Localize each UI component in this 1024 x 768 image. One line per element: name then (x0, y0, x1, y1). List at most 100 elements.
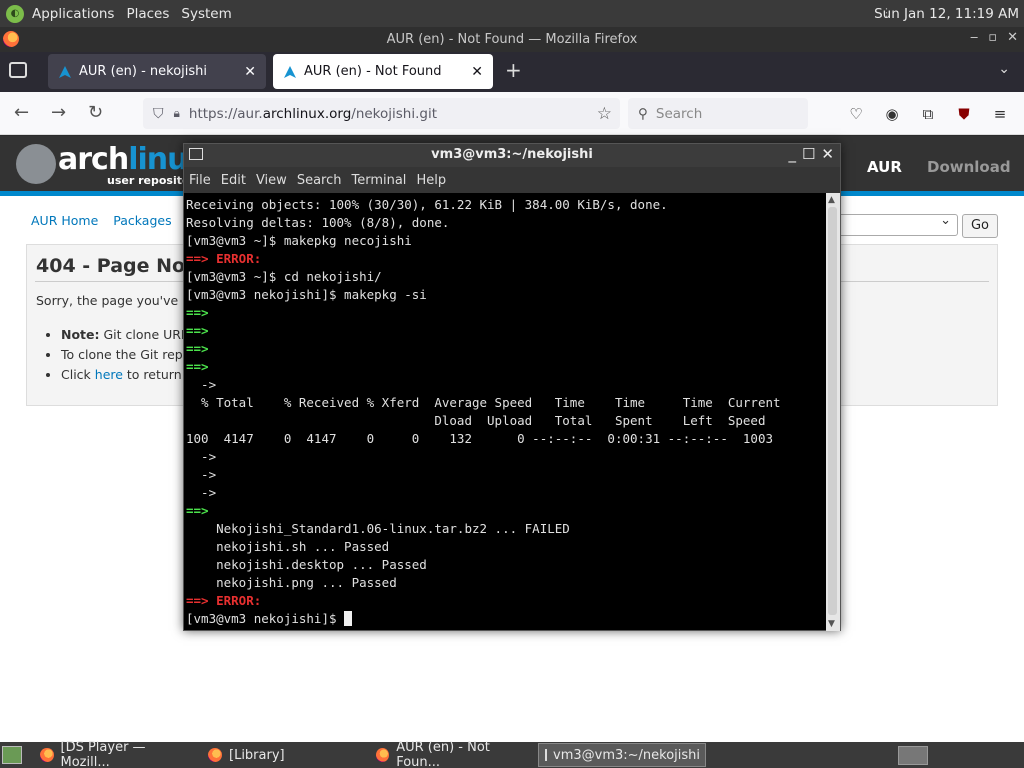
tab-label: AUR (en) - nekojishi (79, 64, 208, 79)
terminal-window[interactable]: vm3@vm3:~/nekojishi _ ☐ ✕ File Edit View… (183, 143, 841, 631)
terminal-line: 100 4147 0 4147 0 0 132 0 --:--:-- 0:00:… (186, 431, 773, 446)
minimize-icon[interactable]: ‒ (970, 30, 978, 45)
terminal-line: ==> (186, 341, 209, 356)
tab-aur-not-found[interactable]: AUR (en) - Not Found ✕ (273, 54, 493, 89)
pocket-icon[interactable]: ♡ (847, 105, 865, 123)
terminal-line: ==> (186, 503, 209, 518)
menu-terminal[interactable]: Terminal (351, 173, 406, 188)
terminal-line: -> (186, 485, 217, 500)
url-text[interactable]: https://aur.archlinux.org/nekojishi.git (189, 106, 437, 122)
terminal-line: [vm3@vm3 ~]$ cd nekojishi/ (186, 269, 382, 284)
scroll-up-icon[interactable]: ▲ (828, 195, 835, 205)
terminal-line: ==> (186, 359, 209, 374)
menu-edit[interactable]: Edit (221, 173, 246, 188)
task-aur-not-found[interactable]: AUR (en) - Not Foun... (370, 740, 536, 768)
search-icon: ⚲ (638, 105, 648, 122)
menu-places[interactable]: Places (120, 6, 175, 22)
terminal-cursor (344, 611, 353, 626)
close-tab-icon[interactable]: ✕ (471, 64, 483, 80)
top-panel: ◐ Applications Places System ⋮ Sun Jan 1… (0, 0, 1024, 27)
close-icon[interactable]: ✕ (821, 145, 834, 163)
nav-aur-link[interactable]: AUR (867, 158, 902, 176)
terminal-line: Resolving deltas: 100% (8/8), done. (186, 215, 450, 230)
terminal-line: [vm3@vm3 nekojishi]$ makepkg -si (186, 287, 427, 302)
terminal-titlebar[interactable]: vm3@vm3:~/nekojishi _ ☐ ✕ (184, 144, 840, 167)
menu-help[interactable]: Help (416, 173, 446, 188)
search-placeholder: Search (655, 105, 703, 122)
arch-logo-subtitle: user reposito (107, 174, 190, 187)
search-by-select[interactable] (838, 213, 958, 236)
account-icon[interactable]: ◉ (883, 105, 901, 123)
nav-download-link[interactable]: Download (927, 158, 1011, 176)
menu-view[interactable]: View (256, 173, 287, 188)
packages-link[interactable]: Packages (113, 213, 171, 228)
close-tab-icon[interactable]: ✕ (244, 64, 256, 80)
window-title: AUR (en) - Not Found — Mozilla Firefox (386, 32, 638, 47)
tab-label: AUR (en) - Not Found (304, 64, 442, 79)
navigation-bar: ← → ↻ ⛉ 🔒︎ https://aur.archlinux.org/nek… (0, 92, 1024, 135)
search-input[interactable]: ⚲ Search (628, 98, 808, 129)
shield-icon[interactable]: ⛉ (153, 106, 164, 122)
firefox-icon (208, 748, 222, 762)
scroll-down-icon[interactable]: ▼ (828, 619, 835, 629)
chevron-down-icon[interactable]: ⌄ (998, 61, 1010, 77)
new-tab-icon[interactable]: + (505, 58, 522, 82)
terminal-line: ==> ERROR: (186, 593, 262, 608)
arch-favicon-icon (59, 65, 71, 78)
task-ds-player[interactable]: [DS Player — Mozill... (34, 740, 200, 768)
terminal-line: -> (186, 467, 217, 482)
terminal-line: Dload Upload Total Spent Left Speed (186, 413, 766, 428)
terminal-line: % Total % Received % Xferd Average Speed… (186, 395, 781, 410)
terminal-line: ==> (186, 305, 209, 320)
menu-search[interactable]: Search (297, 173, 342, 188)
menu-file[interactable]: File (189, 173, 211, 188)
terminal-line: nekojishi.sh ... Passed (186, 539, 390, 554)
hamburger-menu-icon[interactable]: ≡ (991, 105, 1009, 123)
url-bar[interactable]: ⛉ 🔒︎ https://aur.archlinux.org/nekojishi… (143, 98, 620, 129)
clock[interactable]: Sun Jan 12, 11:19 AM (874, 6, 1019, 22)
go-button[interactable]: Go (962, 214, 998, 238)
maximize-icon[interactable]: ☐ (802, 145, 815, 163)
maximize-icon[interactable]: ▫ (988, 30, 997, 45)
tab-overview-icon[interactable] (9, 62, 27, 78)
menu-system[interactable]: System (175, 6, 237, 22)
scroll-thumb[interactable] (828, 207, 837, 615)
terminal-line: Nekojishi_Standard1.06-linux.tar.bz2 ...… (186, 521, 570, 536)
arch-logo-icon[interactable] (16, 144, 56, 184)
workspace-switcher[interactable] (898, 746, 928, 765)
here-link[interactable]: here (95, 367, 123, 382)
terminal-line: [vm3@vm3 nekojishi]$ (186, 610, 824, 628)
terminal-line: ==> (186, 323, 209, 338)
reload-icon[interactable]: ↻ (88, 102, 103, 123)
terminal-icon (545, 749, 547, 761)
terminal-line: Receiving objects: 100% (30/30), 61.22 K… (186, 197, 668, 212)
mint-menu-icon[interactable]: ◐ (6, 4, 24, 23)
lock-icon[interactable]: 🔒︎ (174, 106, 180, 121)
task-terminal[interactable]: vm3@vm3:~/nekojishi (538, 743, 706, 767)
bottom-taskbar: [DS Player — Mozill... [Library] AUR (en… (0, 740, 1024, 768)
list-item: Note: Git clone URLs (61, 325, 198, 345)
list-item: To clone the Git repos (61, 345, 198, 365)
aur-subnav: AUR Home Packages Re (31, 213, 202, 228)
show-desktop-icon[interactable] (2, 746, 22, 764)
terminal-scrollbar[interactable]: ▲ ▼ (826, 193, 840, 631)
tab-aur-nekojishi[interactable]: AUR (en) - nekojishi ✕ (48, 54, 266, 89)
terminal-title: vm3@vm3:~/nekojishi (431, 147, 593, 162)
ublock-icon[interactable]: ⛊ (955, 105, 973, 123)
minimize-icon[interactable]: _ (788, 145, 796, 163)
bookmark-star-icon[interactable]: ☆ (597, 104, 612, 124)
error-notes: Note: Git clone URLs To clone the Git re… (47, 325, 198, 385)
back-icon[interactable]: ← (14, 102, 29, 123)
close-icon[interactable]: ✕ (1007, 30, 1018, 45)
firefox-icon (376, 748, 390, 762)
terminal-line: ==> ERROR: (186, 251, 262, 266)
extensions-icon[interactable]: ⧉ (919, 105, 937, 123)
terminal-line: nekojishi.desktop ... Passed (186, 557, 427, 572)
terminal-line: nekojishi.png ... Passed (186, 575, 397, 590)
arch-favicon-icon (284, 65, 296, 78)
aur-home-link[interactable]: AUR Home (31, 213, 98, 228)
menu-applications[interactable]: Applications (26, 6, 120, 22)
task-library[interactable]: [Library] (202, 743, 368, 767)
terminal-output[interactable]: Receiving objects: 100% (30/30), 61.22 K… (186, 196, 824, 630)
forward-icon[interactable]: → (51, 102, 66, 123)
